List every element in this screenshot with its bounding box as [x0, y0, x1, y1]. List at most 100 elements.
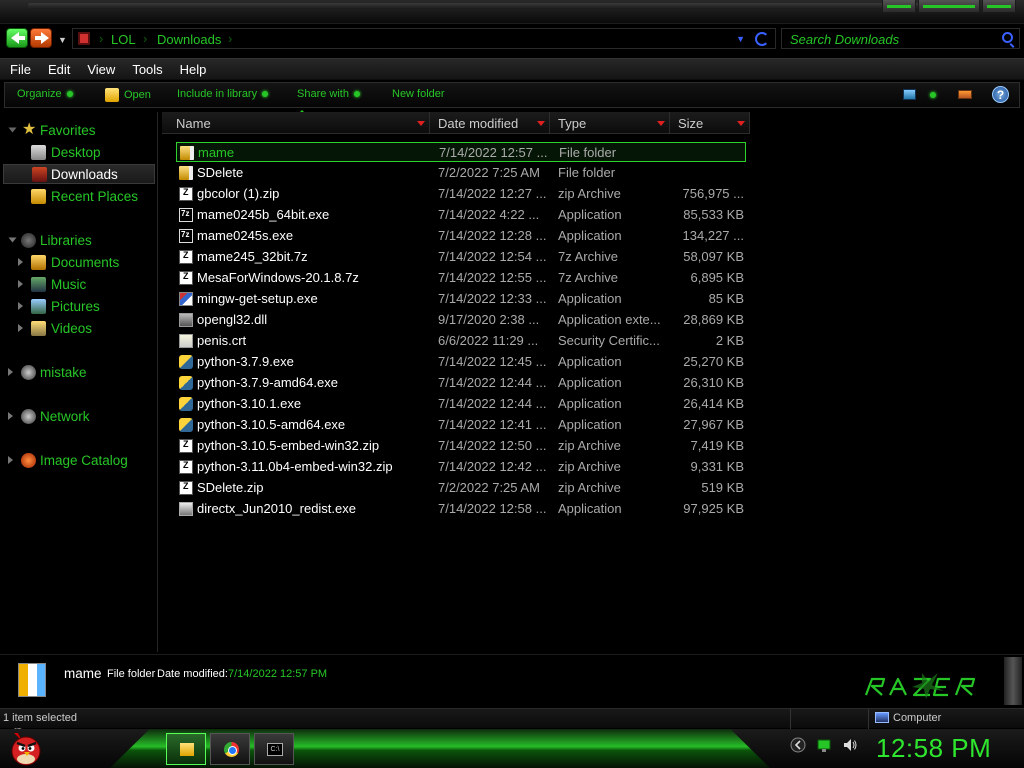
nav-network[interactable]: Network — [0, 406, 156, 426]
change-view-icon[interactable] — [903, 89, 916, 100]
window-titlebar[interactable] — [0, 0, 1024, 24]
help-icon[interactable]: ? — [992, 86, 1009, 103]
expand-arrow-icon[interactable] — [18, 280, 23, 288]
nav-videos[interactable]: Videos — [0, 318, 156, 338]
back-button[interactable] — [6, 28, 28, 48]
nav-libraries[interactable]: Libraries — [0, 230, 156, 250]
nav-pictures[interactable]: Pictures — [0, 296, 156, 316]
dropdown-dot-icon — [66, 91, 73, 97]
file-size: 26,414 KB — [683, 396, 744, 411]
breadcrumb-lol[interactable]: LOL — [111, 32, 136, 47]
chevron-right-icon[interactable]: › — [228, 31, 232, 46]
file-row[interactable]: python-3.10.5-amd64.exe 7/14/2022 12:41 .… — [176, 415, 746, 435]
address-bar[interactable]: › LOL › Downloads › ▼ — [72, 28, 776, 49]
resize-grip[interactable] — [1004, 657, 1022, 705]
nav-desktop[interactable]: Desktop — [0, 142, 156, 162]
column-header-date[interactable]: Date modified — [430, 112, 550, 134]
menu-tools[interactable]: Tools — [122, 59, 169, 79]
forward-button[interactable] — [30, 28, 52, 48]
start-button-angry-bird-icon[interactable] — [8, 729, 44, 767]
preview-pane-icon[interactable] — [958, 90, 972, 99]
libraries-icon — [21, 233, 36, 248]
address-dropdown-icon[interactable]: ▼ — [736, 34, 745, 44]
organize-button[interactable]: Organize — [17, 88, 73, 100]
maximize-button[interactable] — [918, 0, 980, 13]
file-row[interactable]: gbcolor (1).zip 7/14/2022 12:27 ... zip Ar… — [176, 184, 746, 204]
file-row[interactable]: MesaForWindows-20.1.8.7z 7/14/2022 12:55 … — [176, 268, 746, 288]
minimize-button[interactable] — [882, 0, 916, 13]
file-row[interactable]: directx_Jun2010_redist.exe 7/14/2022 12:5… — [176, 499, 746, 519]
network-status-icon[interactable] — [816, 737, 832, 753]
view-dropdown-dot-icon[interactable] — [930, 92, 936, 98]
nav-downloads[interactable]: Downloads — [3, 164, 155, 184]
file-row[interactable]: python-3.10.1.exe 7/14/2022 12:44 ... Appl… — [176, 394, 746, 414]
chevron-right-icon[interactable]: › — [143, 31, 147, 46]
file-row[interactable]: penis.crt 6/6/2022 11:29 ... Security Cert… — [176, 331, 746, 351]
file-size: 27,967 KB — [683, 417, 744, 432]
file-row[interactable]: SDelete 7/2/2022 7:25 AM File folder — [176, 163, 746, 183]
file-row[interactable]: python-3.7.9.exe 7/14/2022 12:45 ... Appli… — [176, 352, 746, 372]
recent-pages-dropdown[interactable]: ▼ — [58, 35, 67, 45]
breadcrumb-downloads[interactable]: Downloads — [157, 32, 221, 47]
column-dropdown-icon[interactable] — [657, 121, 665, 126]
search-box[interactable] — [781, 28, 1020, 49]
nav-recent-places[interactable]: Recent Places — [0, 186, 156, 206]
file-type: zip Archive — [558, 186, 621, 201]
expand-arrow-icon[interactable] — [8, 412, 13, 420]
nav-image-catalog[interactable]: Image Catalog — [0, 450, 156, 470]
file-row[interactable]: python-3.7.9-amd64.exe 7/14/2022 12:44 ..… — [176, 373, 746, 393]
taskbar-clock[interactable]: 12:58 PM — [876, 733, 991, 764]
network-icon — [21, 409, 36, 424]
file-row[interactable]: mame0245s.exe 7/14/2022 12:28 ... Applicat… — [176, 226, 746, 246]
expand-arrow-icon[interactable] — [8, 456, 13, 464]
menu-view[interactable]: View — [77, 59, 122, 79]
refresh-icon[interactable] — [755, 32, 769, 46]
expand-arrow-icon[interactable] — [8, 127, 17, 133]
menu-file[interactable]: File — [0, 59, 38, 79]
nav-documents[interactable]: Documents — [0, 252, 156, 272]
file-row[interactable]: python-3.10.5-embed-win32.zip 7/14/2022 1… — [176, 436, 746, 456]
taskbar-glow — [110, 729, 770, 768]
file-row[interactable]: mame 7/14/2022 12:57 ... File folder — [176, 142, 746, 162]
column-header-name[interactable]: Name — [162, 112, 430, 134]
installer-icon — [179, 292, 193, 306]
file-row[interactable]: mame245_32bit.7z 7/14/2022 12:54 ... 7z Ar… — [176, 247, 746, 267]
nav-favorites[interactable]: ★ Favorites — [0, 120, 156, 140]
open-button[interactable]: Open — [105, 88, 151, 102]
column-header-size[interactable]: Size — [670, 112, 750, 134]
expand-arrow-icon[interactable] — [8, 237, 17, 243]
file-row[interactable]: python-3.11.0b4-embed-win32.zip 7/14/2022… — [176, 457, 746, 477]
taskbar-cmd-button[interactable]: C:\ — [254, 733, 294, 765]
search-input[interactable] — [790, 31, 990, 47]
nav-music[interactable]: Music — [0, 274, 156, 294]
menu-help[interactable]: Help — [170, 59, 214, 79]
close-button[interactable] — [982, 0, 1016, 13]
file-row[interactable]: mingw-get-setup.exe 7/14/2022 12:33 ... Ap… — [176, 289, 746, 309]
column-label: Name — [176, 116, 211, 131]
python-icon — [179, 418, 193, 432]
file-row[interactable]: SDelete.zip 7/2/2022 7:25 AM zip Archive 51… — [176, 478, 746, 498]
nav-user-mistake[interactable]: mistake — [0, 362, 156, 382]
new-folder-button[interactable]: New folder — [392, 88, 445, 100]
folder-icon — [180, 146, 194, 160]
volume-icon[interactable] — [842, 737, 858, 753]
file-size: 58,097 KB — [683, 249, 744, 264]
expand-arrow-icon[interactable] — [18, 324, 23, 332]
file-row[interactable]: opengl32.dll 9/17/2020 2:38 ... Applicatio… — [176, 310, 746, 330]
search-icon[interactable] — [1002, 32, 1013, 43]
taskbar-chrome-button[interactable] — [210, 733, 250, 765]
column-header-type[interactable]: Type — [550, 112, 670, 134]
chevron-right-icon[interactable]: › — [99, 31, 103, 46]
column-dropdown-icon[interactable] — [737, 121, 745, 126]
share-with-button[interactable]: Share with — [297, 88, 360, 100]
file-row[interactable]: mame0245b_64bit.exe 7/14/2022 4:22 ... App… — [176, 205, 746, 225]
expand-arrow-icon[interactable] — [18, 258, 23, 266]
expand-arrow-icon[interactable] — [18, 302, 23, 310]
column-dropdown-icon[interactable] — [537, 121, 545, 126]
column-dropdown-icon[interactable] — [417, 121, 425, 126]
menu-edit[interactable]: Edit — [38, 59, 77, 79]
expand-arrow-icon[interactable] — [8, 368, 13, 376]
include-in-library-button[interactable]: Include in library — [177, 88, 269, 100]
taskbar-explorer-button[interactable] — [166, 733, 206, 765]
show-hidden-icons-icon[interactable] — [790, 737, 806, 753]
